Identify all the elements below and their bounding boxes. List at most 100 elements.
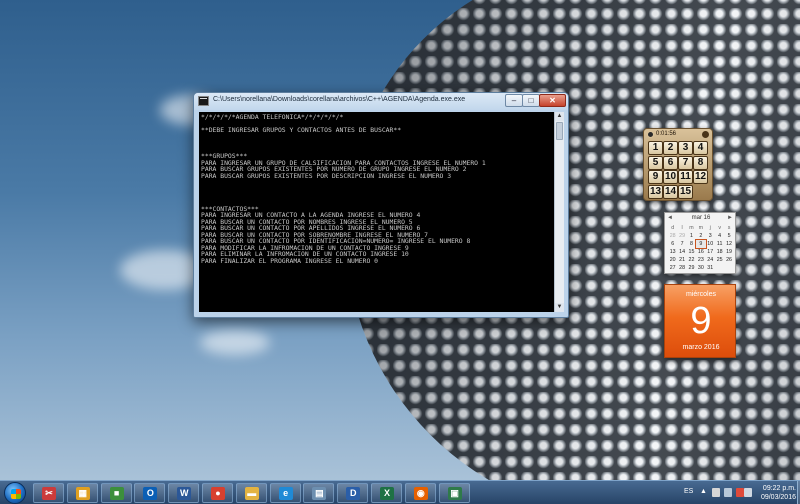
calendar-day[interactable]: 16 (696, 248, 705, 256)
next-month-arrow-icon[interactable]: ► (727, 215, 733, 221)
taskbar-app-button[interactable]: D (337, 483, 369, 503)
puzzle-tile[interactable]: 3 (678, 141, 693, 155)
action-center-flag-icon[interactable] (712, 488, 720, 497)
calendar-day[interactable]: 15 (687, 248, 696, 256)
slide-puzzle-gadget[interactable]: 0:01:56 1 2 3 4 5 6 7 8 9 10 11 12 13 14 15 (643, 128, 713, 201)
calendar-weekday: miércoles (686, 291, 716, 298)
calendar-day[interactable]: 31 (706, 264, 715, 272)
taskbar-app-button[interactable]: ◉ (404, 483, 436, 503)
vertical-scrollbar[interactable]: ▲ ▼ (554, 112, 564, 312)
calendar-day[interactable]: 12 (724, 240, 733, 248)
scroll-down-arrow-icon[interactable]: ▼ (555, 303, 564, 312)
calendar-day[interactable]: 4 (715, 232, 724, 240)
puzzle-grid[interactable]: 1 2 3 4 5 6 7 8 9 10 11 12 13 14 15 (648, 141, 709, 199)
calendar-day[interactable]: 18 (715, 248, 724, 256)
calendar-day[interactable]: 24 (706, 256, 715, 264)
calendar-day[interactable]: 23 (696, 256, 705, 264)
outlook-icon: O (143, 487, 158, 500)
calendar-day[interactable]: 13 (668, 248, 677, 256)
calendar-day[interactable]: 17 (706, 248, 715, 256)
puzzle-tile[interactable]: 11 (678, 170, 693, 184)
calendar-day[interactable]: 30 (696, 264, 705, 272)
puzzle-tile[interactable]: 12 (693, 170, 708, 184)
calendar-day[interactable]: 3 (706, 232, 715, 240)
taskbar-app-button[interactable]: e (269, 483, 301, 503)
clock-icon (647, 131, 654, 138)
calendar-day[interactable]: 28 (677, 264, 686, 272)
calendar-day[interactable]: 8 (687, 240, 696, 248)
show-hidden-icons-icon[interactable]: ▲ (700, 488, 708, 497)
taskbar-app-button[interactable]: W (168, 483, 200, 503)
calendar-gadget[interactable]: ◄ mar 16 ► d l m m j v s 28 29 1 2 3 4 5 6 7 8 9 10 11 12 13 1… (664, 212, 736, 358)
calendar-day[interactable]: 29 (687, 264, 696, 272)
puzzle-tile[interactable]: 14 (663, 184, 678, 199)
puzzle-tile[interactable]: 10 (663, 170, 678, 184)
puzzle-tile[interactable]: 13 (648, 184, 663, 199)
network-icon[interactable] (736, 488, 744, 497)
close-button[interactable]: ✕ (539, 94, 566, 107)
puzzle-tile[interactable]: 15 (678, 184, 693, 199)
calendar-day (724, 264, 733, 272)
calendar-day[interactable]: 19 (724, 248, 733, 256)
taskbar[interactable]: ✂ ▦ ■ O W ● ▬ e ▤ D X ◉ ▣ ES ▲ 09:22 p.m. 09/03/2016 (0, 480, 800, 504)
taskbar-app-button[interactable]: ▬ (235, 483, 267, 503)
calendar-day[interactable]: 1 (687, 232, 696, 240)
puzzle-tile[interactable]: 9 (648, 170, 663, 184)
calendar-day[interactable]: 6 (668, 240, 677, 248)
puzzle-tile[interactable]: 5 (648, 155, 663, 170)
taskbar-app-button[interactable]: ■ (100, 483, 132, 503)
calendar-day[interactable]: 26 (724, 256, 733, 264)
taskbar-clock[interactable]: 09:22 p.m. 09/03/2016 (752, 484, 796, 502)
calendar-day[interactable]: 5 (724, 232, 733, 240)
calendar-weekday-header: m (698, 225, 704, 231)
title-bar[interactable]: C:\Users\norellana\Downloads\corellana\a… (194, 93, 568, 110)
maximize-button[interactable]: □ (522, 94, 540, 107)
start-button[interactable] (4, 482, 26, 504)
console-app-icon: ▣ (447, 487, 462, 500)
calendar-day[interactable]: 22 (687, 256, 696, 264)
calendar-day[interactable]: 7 (677, 240, 686, 248)
puzzle-tile[interactable]: 7 (678, 155, 693, 170)
volume-icon[interactable] (744, 488, 752, 497)
puzzle-tile[interactable]: 4 (693, 141, 708, 155)
calendar-day[interactable]: 11 (715, 240, 724, 248)
calendar-weekday-header: l (681, 225, 683, 231)
console-output[interactable]: */*/*/*/*AGENDA TELEFONICA*/*/*/*/*/* **… (199, 112, 554, 312)
calendar-day[interactable]: 2 (696, 232, 705, 240)
calendar-day[interactable]: 20 (668, 256, 677, 264)
taskbar-app-button[interactable]: X (371, 483, 402, 503)
calendar-weekday-header: s (727, 225, 731, 231)
scroll-up-arrow-icon[interactable]: ▲ (555, 112, 564, 121)
puzzle-tile[interactable]: 6 (663, 155, 678, 170)
minimize-button[interactable]: ‒ (505, 94, 523, 107)
calendar-month-view[interactable]: ◄ mar 16 ► d l m m j v s 28 29 1 2 3 4 5 6 7 8 9 10 11 12 13 1… (664, 212, 736, 274)
calendar-day[interactable]: 14 (677, 248, 686, 256)
calendar-day[interactable]: 28 (668, 232, 677, 240)
calendar-day-view[interactable]: miércoles 9 marzo 2016 (664, 284, 736, 358)
calendar-day[interactable]: 10 (706, 240, 715, 248)
reset-icon[interactable] (702, 131, 709, 138)
console-window[interactable]: C:\Users\norellana\Downloads\corellana\a… (193, 92, 569, 318)
taskbar-app-button[interactable]: ● (202, 483, 233, 503)
console-app-icon[interactable] (198, 96, 209, 106)
taskbar-app-button[interactable]: ▤ (303, 483, 335, 503)
calendar-day[interactable]: 21 (677, 256, 686, 264)
calendar-day[interactable]: 9 (695, 239, 707, 249)
puzzle-tile[interactable]: 1 (648, 141, 663, 155)
calendar-day[interactable]: 29 (677, 232, 686, 240)
scroll-thumb[interactable] (556, 122, 563, 140)
taskbar-app-button[interactable]: ▦ (66, 483, 98, 503)
clock-time: 09:22 p.m. (762, 485, 796, 492)
calendar-day[interactable]: 25 (715, 256, 724, 264)
taskbar-app-button[interactable]: O (134, 483, 166, 503)
windows-logo-icon (11, 489, 21, 499)
taskbar-app-button[interactable]: ▣ (438, 483, 470, 503)
calendar-day[interactable]: 27 (668, 264, 677, 272)
puzzle-tile[interactable]: 2 (663, 141, 678, 155)
taskbar-app-button[interactable]: ✂ (33, 483, 64, 503)
language-indicator[interactable]: ES (684, 488, 693, 495)
puzzle-tile[interactable]: 8 (693, 155, 708, 170)
monitor-icon[interactable] (724, 488, 732, 497)
system-tray[interactable]: ▲ (700, 488, 756, 498)
calendar-days-grid[interactable]: d l m m j v s 28 29 1 2 3 4 5 6 7 8 9 10 11 12 13 14 15 16 17 18 19… (668, 224, 734, 272)
